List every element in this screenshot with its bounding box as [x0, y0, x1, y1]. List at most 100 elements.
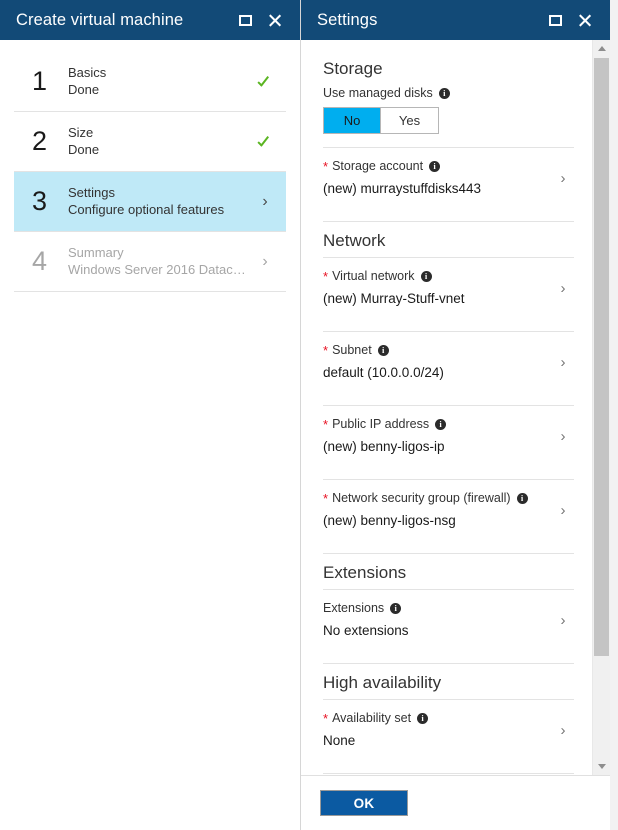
info-icon[interactable]: i — [377, 345, 389, 356]
info-icon[interactable]: i — [516, 493, 528, 504]
chevron-right-icon: › — [262, 192, 268, 210]
settings-scroll-area: Storage Use managed disks i No Yes * Sto… — [301, 40, 592, 775]
info-icon[interactable]: i — [435, 419, 447, 430]
extensions-row[interactable]: Extensions i No extensions › — [323, 590, 574, 652]
step-status: › — [252, 252, 278, 270]
chevron-right-icon: › — [262, 252, 268, 270]
left-blade-title: Create virtual machine — [16, 10, 184, 29]
step-status — [252, 74, 278, 90]
step-status — [252, 134, 278, 150]
info-icon[interactable]: i — [438, 88, 450, 99]
sidebar-item-basics[interactable]: 1 Basics Done — [14, 52, 286, 111]
chevron-right-icon[interactable]: › — [552, 612, 574, 629]
step-number: 4 — [32, 246, 48, 276]
close-icon — [268, 13, 282, 27]
settings-footer: OK — [301, 775, 610, 830]
step-title: Summary — [68, 245, 124, 260]
managed-disks-label: Use managed disks i — [323, 85, 574, 102]
availability-set-row[interactable]: * Availability set i None › — [323, 700, 574, 762]
virtual-network-value: (new) Murray-Stuff-vnet — [323, 291, 465, 306]
subnet-row[interactable]: * Subnet i default (10.0.0.0/24) › — [323, 332, 574, 394]
step-title: Size — [68, 125, 94, 140]
subnet-main: * Subnet i default (10.0.0.0/24) — [323, 342, 552, 383]
scroll-up-arrow-icon — [597, 46, 606, 51]
ok-button[interactable]: OK — [320, 790, 408, 816]
network-security-group-row[interactable]: * Network security group (firewall) i (n… — [323, 480, 574, 542]
scrollbar-thumb[interactable] — [594, 58, 609, 656]
settings-body: Storage Use managed disks i No Yes * Sto… — [301, 40, 610, 775]
public-ip-row[interactable]: * Public IP address i (new) benny-ligos-… — [323, 406, 574, 468]
required-asterisk: * — [323, 342, 329, 358]
step-subtitle: Done — [68, 82, 100, 97]
required-asterisk: * — [323, 158, 329, 174]
availability-set-value: None — [323, 733, 356, 748]
storage-account-label: * Storage account i — [323, 158, 552, 175]
settings-vertical-scrollbar[interactable] — [592, 40, 610, 775]
step-title: Basics — [68, 65, 107, 80]
availability-set-label: * Availability set i — [323, 710, 552, 727]
info-icon[interactable]: i — [390, 603, 402, 614]
virtual-network-label: * Virtual network i — [323, 268, 552, 285]
left-blade-titlebar: Create virtual machine — [0, 0, 300, 40]
section-heading-network: Network — [323, 231, 386, 250]
step-number: 3 — [32, 186, 48, 216]
checkmark-icon — [257, 74, 273, 90]
info-icon[interactable]: i — [417, 713, 429, 724]
network-security-group-value: (new) benny-ligos-nsg — [323, 513, 456, 528]
required-asterisk: * — [323, 490, 329, 506]
scroll-down-button[interactable] — [593, 758, 610, 775]
divider — [323, 553, 574, 554]
step-text: Size Done — [68, 124, 252, 159]
step-subtitle: Done — [68, 142, 100, 157]
managed-disks-toggle[interactable]: No Yes — [323, 107, 439, 134]
right-close-button[interactable] — [572, 7, 598, 33]
info-icon[interactable]: i — [429, 161, 441, 172]
storage-account-main: * Storage account i (new) murraystuffdis… — [323, 158, 552, 199]
step-number: 1 — [32, 66, 48, 96]
sidebar-item-summary[interactable]: 4 Summary Windows Server 2016 Datacent..… — [14, 232, 286, 291]
azure-portal-blades: Create virtual machine 1 Basics Done 2 S… — [0, 0, 618, 830]
info-icon[interactable]: i — [420, 271, 432, 282]
chevron-right-icon[interactable]: › — [552, 354, 574, 371]
storage-account-value: (new) murraystuffdisks443 — [323, 181, 482, 196]
left-blade-window-controls — [232, 7, 300, 33]
chevron-right-icon[interactable]: › — [552, 280, 574, 297]
subnet-value: default (10.0.0.0/24) — [323, 365, 444, 380]
chevron-right-icon[interactable]: › — [552, 502, 574, 519]
step-subtitle: Windows Server 2016 Datacent... — [68, 262, 252, 277]
left-close-button[interactable] — [262, 7, 288, 33]
step-subtitle: Configure optional features — [68, 202, 225, 217]
virtual-network-row[interactable]: * Virtual network i (new) Murray-Stuff-v… — [323, 258, 574, 320]
managed-disks-option-no[interactable]: No — [324, 108, 381, 133]
availability-set-main: * Availability set i None — [323, 710, 552, 751]
step-text: Settings Configure optional features — [68, 184, 252, 219]
create-virtual-machine-blade: Create virtual machine 1 Basics Done 2 S… — [0, 0, 301, 830]
close-icon — [578, 13, 592, 27]
required-asterisk: * — [323, 710, 329, 726]
divider — [323, 773, 574, 774]
chevron-right-icon[interactable]: › — [552, 722, 574, 739]
public-ip-value: (new) benny-ligos-ip — [323, 439, 445, 454]
checkmark-icon — [257, 134, 273, 150]
right-maximize-button[interactable] — [542, 7, 568, 33]
section-heading-extensions: Extensions — [323, 563, 407, 582]
chevron-right-icon[interactable]: › — [552, 170, 574, 187]
storage-account-row[interactable]: * Storage account i (new) murraystuffdis… — [323, 148, 574, 210]
left-maximize-button[interactable] — [232, 7, 258, 33]
settings-blade: Settings Storage Use managed disks i No … — [301, 0, 610, 830]
divider — [323, 663, 574, 664]
scroll-up-button[interactable] — [593, 40, 610, 57]
maximize-icon — [548, 14, 562, 26]
step-text: Summary Windows Server 2016 Datacent... — [68, 244, 252, 279]
divider — [323, 221, 574, 222]
subnet-label: * Subnet i — [323, 342, 552, 359]
sidebar-item-settings[interactable]: 3 Settings Configure optional features › — [14, 172, 286, 231]
sidebar-item-size[interactable]: 2 Size Done — [14, 112, 286, 171]
chevron-right-icon[interactable]: › — [552, 428, 574, 445]
extensions-value: No extensions — [323, 623, 409, 638]
public-ip-label: * Public IP address i — [323, 416, 552, 433]
public-ip-main: * Public IP address i (new) benny-ligos-… — [323, 416, 552, 457]
maximize-icon — [238, 14, 252, 26]
step-text: Basics Done — [68, 64, 252, 99]
managed-disks-option-yes[interactable]: Yes — [381, 108, 438, 133]
